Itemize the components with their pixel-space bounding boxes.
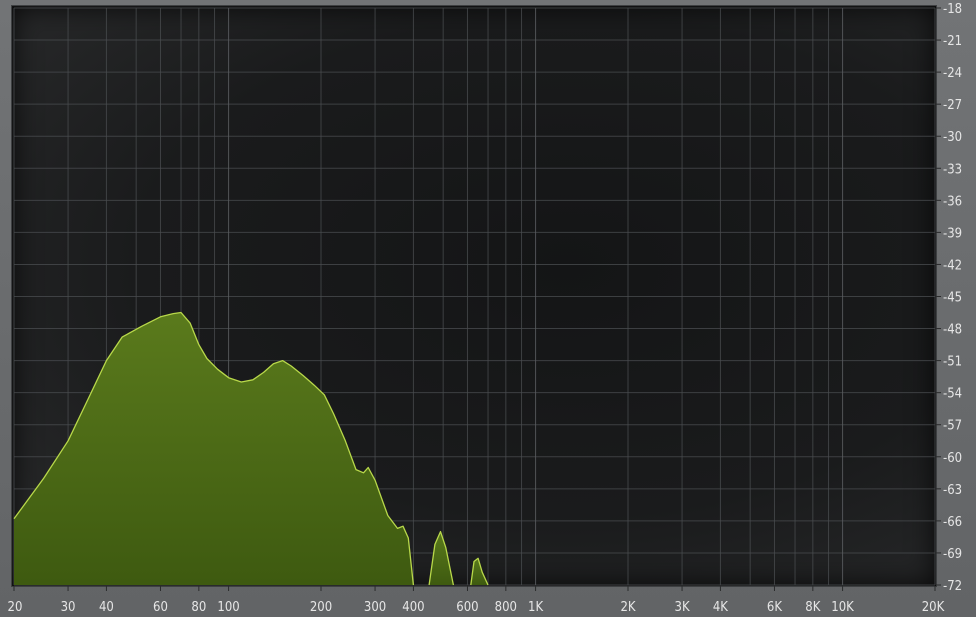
y-tick-label: -36 [943, 194, 962, 209]
y-tick-label: -51 [943, 355, 962, 370]
spectrum-series [13, 311, 489, 586]
x-tick-label: 800 [495, 600, 517, 615]
y-tick-label: -27 [943, 98, 962, 113]
y-tick-label: -57 [943, 419, 962, 434]
y-tick-label: -60 [943, 451, 962, 466]
x-tick-label: 20K [922, 600, 945, 615]
x-tick-label: 10K [831, 600, 854, 615]
x-tick-label: 80 [191, 600, 206, 615]
x-tick-label: 400 [402, 600, 424, 615]
y-tick-label: -39 [943, 226, 962, 241]
y-tick-label: -33 [943, 162, 962, 177]
x-tick-label: 30 [61, 600, 76, 615]
x-tick-label: 60 [153, 600, 168, 615]
y-tick-label: -21 [943, 34, 962, 49]
y-tick-label: -42 [943, 258, 962, 273]
spectrum-area-1 [14, 312, 414, 585]
y-tick-label: -45 [943, 291, 962, 306]
x-tick-label: 300 [364, 600, 386, 615]
y-tick-label: -63 [943, 483, 962, 498]
y-tick-label: -54 [943, 387, 962, 402]
spectrum-analyzer: -18 -21 -24 -27 -30 -33 -36 -39 -42 -45 -48 -51 -54 -… [0, 0, 976, 617]
x-axis: 20 30 40 60 80 100 200 300 400 600 800 1K 2K 3K 4K 6K 8K… [8, 586, 945, 615]
y-tick-label: -18 [943, 2, 962, 17]
x-tick-label: 1K [528, 600, 543, 615]
y-tick-label: -24 [943, 66, 962, 81]
x-tick-label: 200 [310, 600, 332, 615]
y-tick-label: -66 [943, 515, 962, 530]
x-tick-label: 600 [456, 600, 478, 615]
y-tick-label: -72 [943, 579, 962, 594]
x-tick-label: 4K [713, 600, 728, 615]
x-tick-label: 2K [620, 600, 635, 615]
x-tick-label: 3K [675, 600, 690, 615]
x-tick-label: 8K [805, 600, 820, 615]
x-tick-label: 100 [217, 600, 239, 615]
y-tick-label: -69 [943, 547, 962, 562]
x-tick-label: 40 [99, 600, 114, 615]
y-tick-label: -30 [943, 130, 962, 145]
x-tick-label: 6K [767, 600, 782, 615]
y-axis: -18 -21 -24 -27 -30 -33 -36 -39 -42 -45 -48 -51 -54 -… [936, 2, 962, 594]
x-tick-label: 20 [8, 600, 23, 615]
spectrum-chart: -18 -21 -24 -27 -30 -33 -36 -39 -42 -45 -48 -51 -54 -… [8, 2, 963, 615]
y-tick-label: -48 [943, 323, 962, 338]
